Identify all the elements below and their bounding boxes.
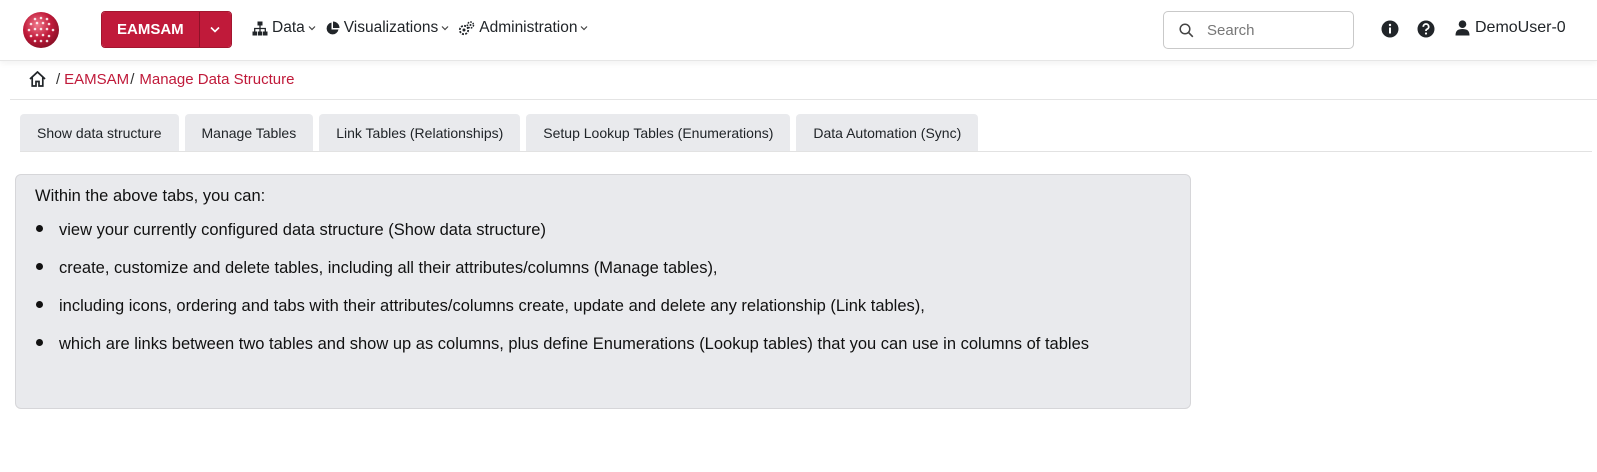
app-dropdown-button[interactable] [198,12,231,47]
home-icon[interactable] [28,70,47,88]
search-input[interactable] [1207,21,1337,39]
breadcrumb-link-app[interactable]: EAMSAM [64,71,129,88]
menu-administration[interactable]: Administration [458,19,588,37]
app-button[interactable]: EAMSAM [102,12,199,47]
tab-manage-tables[interactable]: Manage Tables [184,114,314,151]
panel-intro: Within the above tabs, you can: [35,187,266,205]
list-item-text: create, customize and delete tables, inc… [59,259,718,277]
help-icon[interactable] [1417,20,1435,38]
tabs-divider [20,151,1592,152]
list-item: create, customize and delete tables, inc… [35,259,1171,278]
tab-link-tables[interactable]: Link Tables (Relationships) [319,114,521,151]
menu-data-label: Data [272,19,305,36]
breadcrumb-separator: / [130,70,135,88]
pie-chart-icon [326,21,340,34]
bullet-icon [36,225,43,233]
list-item: which are links between two tables and s… [35,335,1171,354]
globe-logo-icon[interactable] [22,11,60,49]
tab-bar: Show data structure Manage Tables Link T… [20,114,984,151]
user-icon [1455,20,1470,36]
user-name: DemoUser-0 [1475,19,1566,36]
search-icon [1179,22,1194,37]
info-panel: Within the above tabs, you can: view you… [15,174,1191,409]
chevron-down-icon [210,26,220,33]
top-navbar: EAMSAM Data Visualizations Administratio… [0,0,1597,61]
app-selector: EAMSAM [101,11,232,48]
list-item-text: view your currently configured data stru… [59,221,546,239]
tab-setup-lookup-tables[interactable]: Setup Lookup Tables (Enumerations) [526,114,791,151]
menu-visualizations-label: Visualizations [343,19,439,36]
search-box [1163,11,1354,49]
chevron-down-icon [441,26,449,31]
menu-visualizations[interactable]: Visualizations [325,19,450,37]
gears-icon [459,20,475,35]
bullet-icon [36,339,43,347]
bullet-icon [36,301,43,309]
menu-administration-label: Administration [479,19,578,36]
user-menu[interactable]: DemoUser-0 [1455,19,1566,37]
chevron-down-icon [308,26,316,31]
menu-data[interactable]: Data [252,19,316,37]
feature-list: view your currently configured data stru… [35,221,1171,354]
sitemap-icon [252,21,268,35]
breadcrumb-link-current[interactable]: Manage Data Structure [139,71,294,88]
bullet-icon [36,263,43,271]
info-icon[interactable] [1381,20,1399,38]
list-item-text: including icons, ordering and tabs with … [59,297,925,315]
chevron-down-icon [581,26,588,31]
breadcrumb-divider [10,99,1597,100]
list-item: including icons, ordering and tabs with … [35,297,1171,316]
list-item-text: which are links between two tables and s… [59,335,1090,353]
breadcrumb-separator: / [56,70,61,88]
main-menu: Data Visualizations Administration [252,19,597,37]
tab-data-automation[interactable]: Data Automation (Sync) [796,114,979,151]
breadcrumb: / EAMSAM / Manage Data Structure [28,68,294,90]
list-item: view your currently configured data stru… [35,221,1171,240]
tab-show-data-structure[interactable]: Show data structure [20,114,179,151]
